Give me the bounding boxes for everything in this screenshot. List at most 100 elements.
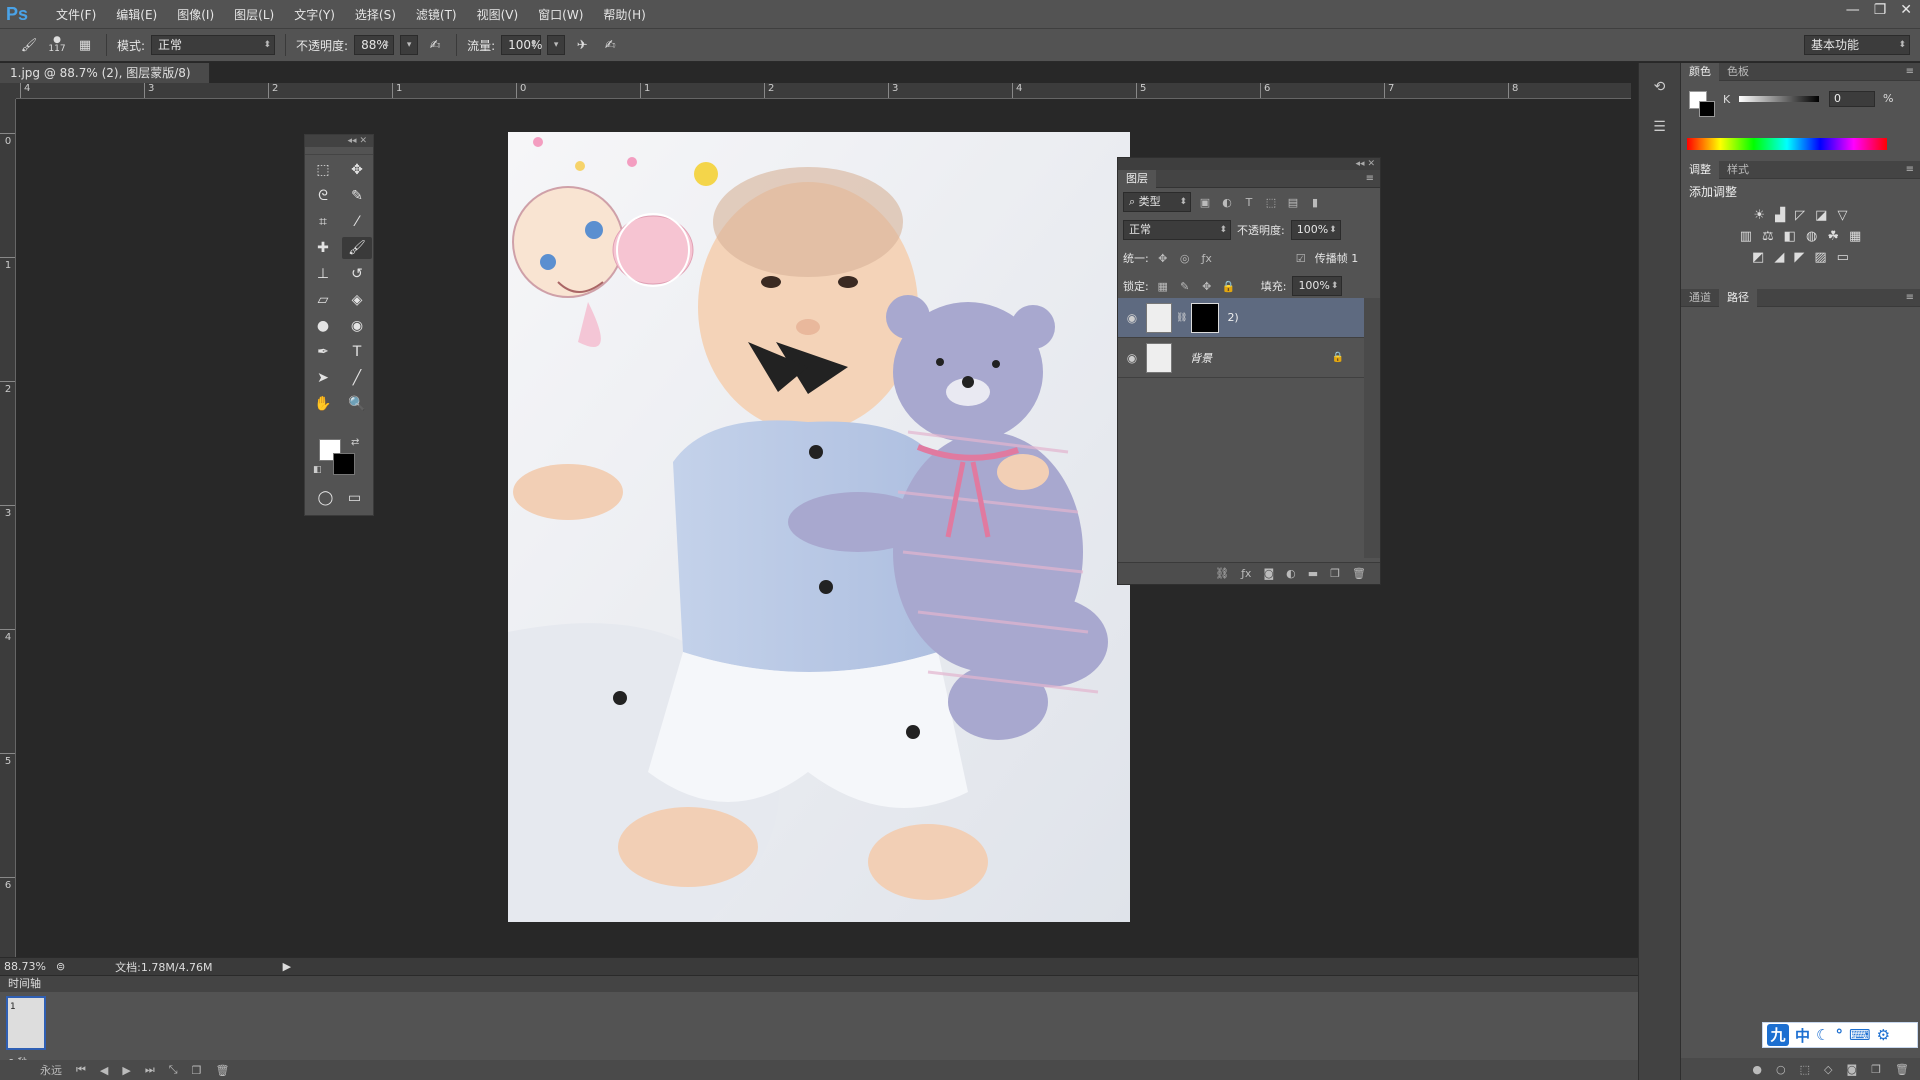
layer-name[interactable]: 2) xyxy=(1227,311,1238,324)
color-lookup-icon[interactable]: ▦ xyxy=(1849,229,1861,244)
delete-layer-icon[interactable]: 🗑 xyxy=(1352,567,1366,580)
next-frame-icon[interactable]: ⏭ xyxy=(145,1063,155,1077)
eyedropper-tool[interactable]: ⁄ xyxy=(342,211,372,233)
type-tool[interactable]: T xyxy=(342,341,372,363)
background-color-swatch[interactable] xyxy=(333,453,355,475)
pressure-opacity-icon[interactable]: ✍ xyxy=(424,34,446,56)
opacity-input[interactable]: 88% xyxy=(354,35,395,55)
unify-position-icon[interactable]: ✥ xyxy=(1155,252,1171,265)
menu-edit[interactable]: 编辑(E) xyxy=(106,6,167,23)
fx-icon[interactable]: ƒx xyxy=(1241,567,1251,580)
brightness-icon[interactable]: ☀ xyxy=(1754,208,1766,223)
layer-row-2[interactable]: ◉ ⛓ 2) xyxy=(1118,298,1364,338)
delete-path-icon[interactable]: 🗑 xyxy=(1895,1063,1909,1076)
add-mask-icon[interactable]: ◙ xyxy=(1846,1063,1857,1076)
path-select-tool[interactable]: ➤ xyxy=(308,367,338,389)
zoom-level[interactable]: 88.73% xyxy=(4,960,46,973)
invert-icon[interactable]: ◩ xyxy=(1752,250,1764,265)
link-layers-icon[interactable]: ⛓ xyxy=(1215,567,1229,580)
propagate-checkbox[interactable]: ☑ xyxy=(1293,252,1309,265)
layers-panel-titlebar[interactable]: ◂◂ ✕ xyxy=(1118,158,1380,170)
hue-saturation-icon[interactable]: ▥ xyxy=(1740,229,1752,244)
brush-size-picker[interactable]: ● 117 xyxy=(46,34,68,56)
tween-icon[interactable]: ⤡ xyxy=(169,1063,178,1077)
swap-colors-icon[interactable]: ⇄ xyxy=(351,437,359,448)
close-button[interactable]: ✕ xyxy=(1900,2,1912,18)
menu-type[interactable]: 文字(Y) xyxy=(284,6,345,23)
healing-tool[interactable]: ✚ xyxy=(308,237,338,259)
tab-color[interactable]: 颜色 xyxy=(1681,62,1719,81)
mode-select[interactable]: 正常 xyxy=(151,35,276,55)
close-icon[interactable]: ✕ xyxy=(359,136,367,146)
load-selection-icon[interactable]: ⬚ xyxy=(1800,1063,1810,1076)
unify-style-icon[interactable]: ƒx xyxy=(1199,252,1215,265)
chain-link-icon[interactable]: ⛓ xyxy=(1176,313,1187,323)
moon-icon[interactable]: ☾ xyxy=(1816,1026,1829,1044)
horizontal-ruler[interactable]: 43210123456789 xyxy=(16,83,1631,99)
filter-toggle-icon[interactable]: ▮ xyxy=(1307,196,1323,209)
panel-menu-icon[interactable]: ≡ xyxy=(1906,164,1914,175)
duplicate-frame-icon[interactable]: ❐ xyxy=(192,1064,202,1077)
tools-panel-header[interactable]: ◂◂ ✕ xyxy=(305,135,373,147)
dodge-tool[interactable]: ◉ xyxy=(342,315,372,337)
tools-panel-grip[interactable] xyxy=(305,147,373,155)
flow-dropdown-icon[interactable]: ▾ xyxy=(547,35,566,55)
default-colors-icon[interactable]: ◧ xyxy=(313,465,322,475)
brush-tool-preset-icon[interactable]: 🖌 xyxy=(18,34,40,56)
lock-transparent-icon[interactable]: ▦ xyxy=(1155,280,1171,293)
zoom-tool[interactable]: 🔍 xyxy=(342,393,372,415)
filter-type-select[interactable]: ⌕ 类型 xyxy=(1123,192,1191,212)
tab-styles[interactable]: 样式 xyxy=(1719,161,1757,179)
blend-mode-select[interactable]: 正常 xyxy=(1123,220,1231,240)
crop-tool[interactable]: ⌗ xyxy=(308,211,338,233)
play-icon[interactable]: ▶ xyxy=(122,1064,130,1077)
new-group-icon[interactable]: ▬ xyxy=(1308,567,1318,580)
blur-tool[interactable]: ● xyxy=(308,315,338,337)
curves-icon[interactable]: ◸ xyxy=(1795,208,1805,223)
animation-frame[interactable]: 1 xyxy=(6,996,46,1050)
hand-tool[interactable]: ✋ xyxy=(308,393,338,415)
selective-color-icon[interactable]: ▨ xyxy=(1814,250,1826,265)
pressure-size-icon[interactable]: ✍ xyxy=(599,34,621,56)
menu-file[interactable]: 文件(F) xyxy=(46,6,106,23)
pen-tool[interactable]: ✒ xyxy=(308,341,338,363)
layer-thumbnail[interactable] xyxy=(1146,342,1172,373)
tab-layers[interactable]: 图层 xyxy=(1118,169,1156,188)
minimize-button[interactable]: — xyxy=(1846,2,1860,18)
eye-icon[interactable]: ◉ xyxy=(1118,311,1146,325)
add-mask-icon[interactable]: ◙ xyxy=(1263,567,1274,580)
layer-thumbnail[interactable] xyxy=(1146,302,1172,333)
menu-view[interactable]: 视图(V) xyxy=(467,6,529,23)
color-ramp[interactable] xyxy=(1687,138,1887,150)
levels-icon[interactable]: ▟ xyxy=(1775,208,1785,223)
k-input[interactable]: 0 xyxy=(1829,91,1875,107)
bg-color-chip[interactable] xyxy=(1699,101,1715,117)
punctuation-icon[interactable]: ° xyxy=(1835,1026,1843,1044)
keyboard-icon[interactable]: ⌨ xyxy=(1849,1026,1871,1044)
layer-mask-thumbnail[interactable] xyxy=(1191,302,1220,333)
lock-position-icon[interactable]: ✥ xyxy=(1199,280,1215,293)
move-tool[interactable]: ✥ xyxy=(342,159,372,181)
new-path-icon[interactable]: ❐ xyxy=(1871,1063,1881,1076)
loop-select[interactable]: 永远 xyxy=(40,1062,62,1078)
posterize-icon[interactable]: ◢ xyxy=(1774,250,1784,265)
exposure-icon[interactable]: ◪ xyxy=(1815,208,1827,223)
filter-shape-icon[interactable]: ⬚ xyxy=(1263,196,1279,209)
channel-mixer-icon[interactable]: ☘ xyxy=(1827,229,1839,244)
fill-path-icon[interactable]: ● xyxy=(1752,1063,1762,1076)
adjustment-layer-icon[interactable]: ◐ xyxy=(1286,567,1296,580)
history-brush-tool[interactable]: ↺ xyxy=(342,263,372,285)
screen-mode-button[interactable]: ▭ xyxy=(340,487,369,509)
black-white-icon[interactable]: ◧ xyxy=(1784,229,1796,244)
gradient-map-icon[interactable]: ▭ xyxy=(1837,250,1849,265)
filter-type-icon[interactable]: T xyxy=(1241,196,1257,209)
vibrance-icon[interactable]: ▽ xyxy=(1837,208,1847,223)
menu-window[interactable]: 窗口(W) xyxy=(528,6,593,23)
ruler-corner[interactable] xyxy=(0,83,16,99)
settings-icon[interactable]: ⚙ xyxy=(1877,1026,1890,1044)
menu-help[interactable]: 帮助(H) xyxy=(593,6,655,23)
close-icon[interactable]: ✕ xyxy=(1367,159,1375,169)
tab-adjustments[interactable]: 调整 xyxy=(1681,160,1719,179)
layers-scrollbar[interactable] xyxy=(1364,298,1380,558)
bucket-tool[interactable]: ◈ xyxy=(342,289,372,311)
